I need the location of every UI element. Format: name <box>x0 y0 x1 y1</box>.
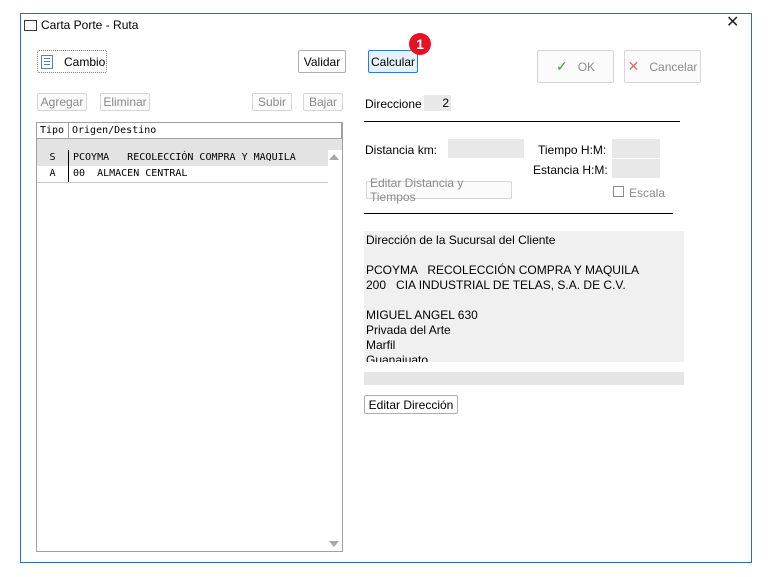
eliminar-button[interactable]: Eliminar <box>100 93 150 111</box>
ok-label: OK <box>577 59 596 74</box>
address-line: MIGUEL ANGEL 630 <box>366 308 478 322</box>
validar-button[interactable]: Validar <box>298 50 346 73</box>
row-origen: 00 ALMACEN CENTRAL <box>73 168 188 179</box>
address-line: Guanajuato <box>366 353 429 362</box>
address-line <box>366 293 684 308</box>
scroll-up-icon[interactable] <box>329 154 339 160</box>
cancelar-button[interactable]: ✕ Cancelar <box>624 50 701 83</box>
address-bar <box>364 372 684 385</box>
tiempo-label: Tiempo H:M: <box>538 143 607 157</box>
column-header-tipo[interactable]: Tipo <box>37 123 69 139</box>
close-icon[interactable]: ✕ <box>726 14 739 32</box>
cancelar-label: Cancelar <box>649 59 698 74</box>
estancia-field[interactable] <box>612 159 660 178</box>
row-tipo: A <box>37 166 69 182</box>
divider <box>364 213 673 214</box>
direccione-value: 2 <box>424 95 451 111</box>
cambio-label: Cambio <box>64 54 106 69</box>
ok-button[interactable]: ✓ OK <box>537 50 614 83</box>
window-icon <box>24 20 37 31</box>
editar-direccion-button[interactable]: Editar Dirección <box>364 395 458 414</box>
column-header-origen[interactable]: Origen/Destino <box>69 123 342 139</box>
address-line: Privada del Arte <box>366 323 451 337</box>
cancel-x-icon: ✕ <box>627 58 640 74</box>
check-icon: ✓ <box>555 58 568 74</box>
address-heading: Dirección de la Sucursal del Cliente <box>366 233 556 247</box>
scroll-down-icon[interactable] <box>329 541 339 547</box>
estancia-label: Estancia H:M: <box>533 163 608 177</box>
escala-label: Escala <box>629 186 666 200</box>
address-box: Dirección de la Sucursal del Cliente PCO… <box>364 231 684 362</box>
calcular-button[interactable]: Calcular <box>368 50 418 73</box>
address-line: Marfil <box>366 338 396 352</box>
address-line: 200 CIA INDUSTRIAL DE TELAS, S.A. DE C.V… <box>366 278 626 292</box>
editar-distancia-button[interactable]: Editar Distancia y Tiempos <box>366 176 512 204</box>
bajar-button[interactable]: Bajar <box>303 93 343 111</box>
grid-scrollbar[interactable] <box>327 150 342 551</box>
subir-button[interactable]: Subir <box>252 93 292 111</box>
table-row[interactable]: S PCOYMA RECOLECCIÓN COMPRA Y MAQUILA <box>37 150 328 166</box>
grid-band <box>37 139 342 150</box>
cambio-button[interactable]: Cambio <box>37 50 107 73</box>
tiempo-field[interactable] <box>612 139 660 158</box>
distancia-label: Distancia km: <box>365 143 438 157</box>
route-grid[interactable]: Tipo Origen/Destino S PCOYMA RECOLECCIÓN… <box>36 122 343 552</box>
address-line <box>366 248 684 263</box>
table-row[interactable]: A 00 ALMACEN CENTRAL <box>37 166 328 183</box>
address-line: PCOYMA RECOLECCIÓN COMPRA Y MAQUILA <box>366 263 639 277</box>
row-tipo: S <box>37 150 69 166</box>
direccione-label: Direccione <box>365 97 422 111</box>
agregar-button[interactable]: Agregar <box>37 93 87 111</box>
escala-checkbox[interactable] <box>613 186 624 197</box>
row-origen: PCOYMA RECOLECCIÓN COMPRA Y MAQUILA <box>73 152 296 163</box>
document-icon <box>41 54 53 69</box>
window-title: Carta Porte - Ruta <box>41 18 139 32</box>
distancia-field[interactable] <box>448 139 524 158</box>
divider <box>364 121 680 122</box>
step-badge: 1 <box>409 33 431 55</box>
